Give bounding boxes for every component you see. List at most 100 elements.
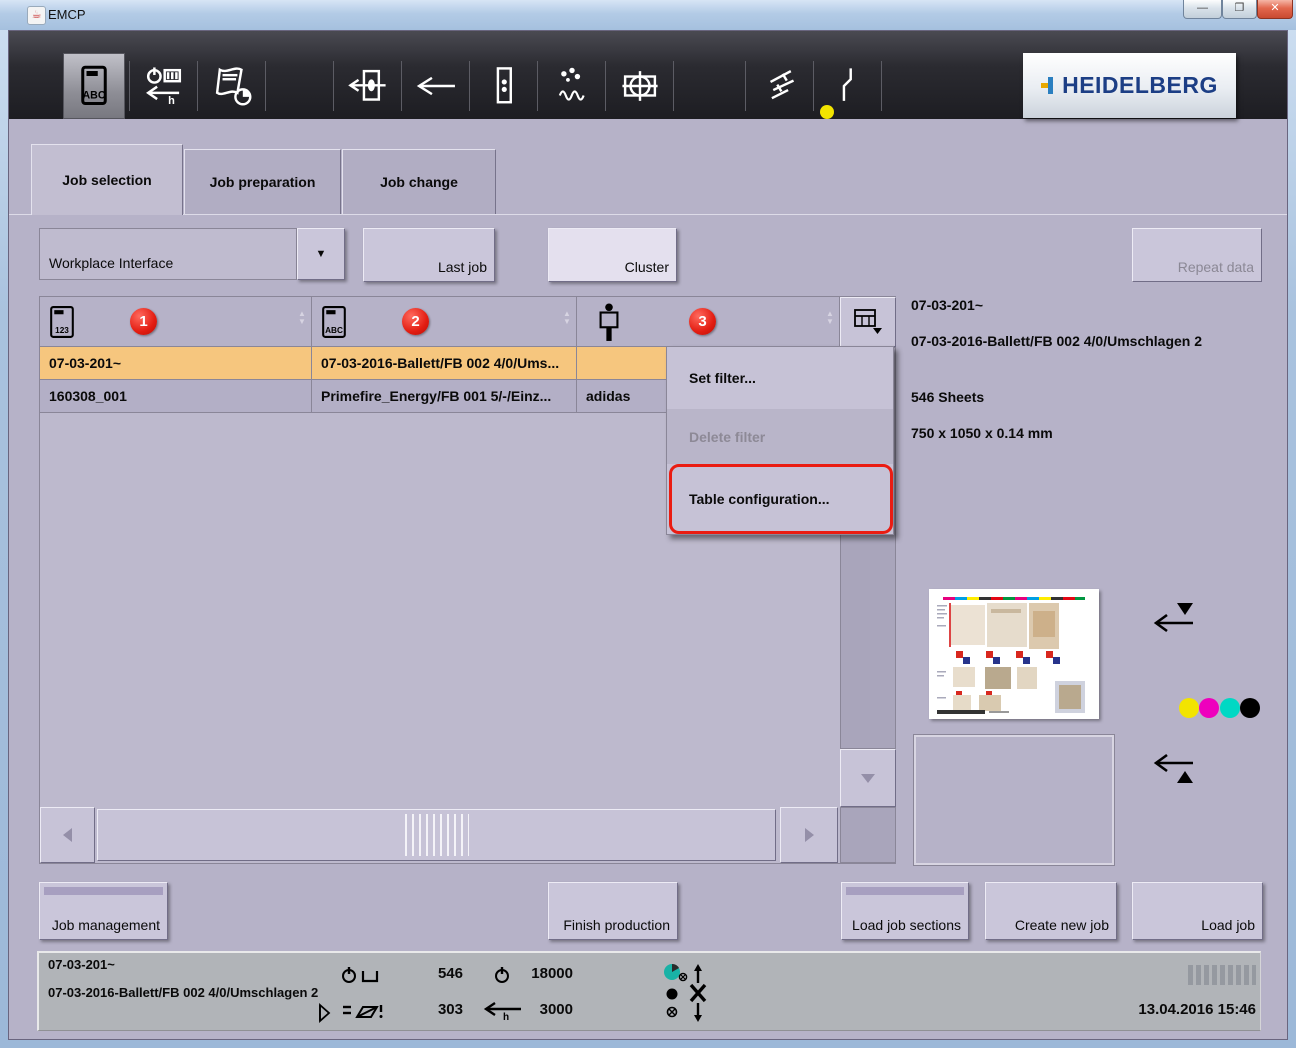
tab-job-preparation[interactable]: Job preparation <box>184 149 341 214</box>
arrow-down-icon <box>861 774 875 783</box>
horizontal-scrollbar-thumb[interactable] <box>97 809 776 861</box>
status-bar: 07-03-201~ 07-03-2016-Ballett/FB 002 4/0… <box>37 951 1261 1031</box>
machine-state-icon <box>661 961 713 1023</box>
svg-text:123: 123 <box>55 326 69 335</box>
toolbar-arrow-left-button[interactable] <box>403 53 469 119</box>
toolbar-ink-unit-button[interactable] <box>471 53 537 119</box>
sort-arrows-icon[interactable]: ▲▼ <box>562 310 572 326</box>
column-header-customer[interactable]: 3 ▲▼ <box>577 297 840 347</box>
repeat-data-button[interactable]: Repeat data <box>1132 228 1262 282</box>
column-badge-3: 3 <box>689 308 716 335</box>
counter-preset-icon: h <box>142 64 186 108</box>
arrow-left-icon <box>63 828 72 842</box>
job-name-column-icon: ABC <box>321 305 348 340</box>
emcp-window: { "window": { "title": "EMCP" }, "toolba… <box>0 0 1296 1048</box>
svg-text:h: h <box>168 95 175 107</box>
cell-job-number: 07-03-201~ <box>40 347 312 379</box>
java-app-icon: ☕ <box>27 6 46 25</box>
impression-icon <box>825 63 871 109</box>
column-badge-2: 2 <box>402 308 429 335</box>
heidelberg-logo: HEIDELBERG <box>1023 53 1236 118</box>
job-list-icon: ABC <box>74 64 114 108</box>
register-icon <box>617 63 663 109</box>
cluster-button[interactable]: Cluster <box>548 228 677 282</box>
scroll-right-button[interactable] <box>780 807 838 863</box>
maximize-button[interactable]: ❐ <box>1222 0 1257 19</box>
job-info-name: 07-03-2016-Ballett/FB 002 4/0/Umschlagen… <box>911 333 1202 349</box>
tab-job-selection[interactable]: Job selection <box>31 144 183 215</box>
back-side-preview[interactable] <box>913 734 1115 866</box>
job-info-format: 750 x 1050 x 0.14 mm <box>911 425 1053 441</box>
job-end-time-icon <box>209 63 255 109</box>
tab-divider <box>9 214 1287 215</box>
active-indicator-bar <box>846 887 964 895</box>
status-datetime: 13.04.2016 15:46 <box>1039 1001 1256 1018</box>
arrow-right-icon <box>805 828 814 842</box>
minimize-button[interactable]: — <box>1183 0 1222 19</box>
status-speed-value: 3000 <box>499 1001 573 1018</box>
finish-production-button[interactable]: Finish production <box>548 882 678 940</box>
customer-column-icon <box>595 302 623 342</box>
ink-magenta <box>1199 698 1219 718</box>
svg-text:ABC: ABC <box>83 90 106 102</box>
close-button[interactable]: ✕ <box>1257 0 1293 19</box>
front-side-icon <box>1149 597 1197 635</box>
job-management-button[interactable]: Job management <box>39 882 168 940</box>
scroll-left-button[interactable] <box>40 807 95 863</box>
toolbar-register-button[interactable] <box>607 53 673 119</box>
heidelberg-logo-text: HEIDELBERG <box>1062 72 1218 99</box>
toolbar-washup-button[interactable] <box>747 53 813 119</box>
window-title: EMCP <box>48 7 86 22</box>
washup-icon <box>757 63 803 109</box>
job-info-sheets: 546 Sheets <box>911 389 984 405</box>
last-job-button[interactable]: Last job <box>363 228 495 282</box>
chevron-down-icon: ▼ <box>316 248 327 260</box>
job-info-number: 07-03-201~ <box>911 297 983 313</box>
ink-yellow <box>1179 698 1199 718</box>
toolbar-powder-spray-button[interactable] <box>539 53 605 119</box>
window-titlebar[interactable]: ☕ EMCP <box>0 0 1296 30</box>
heidelberg-logo-mark <box>1041 77 1058 94</box>
cell-job-name: 07-03-2016-Ballett/FB 002 4/0/Ums... <box>312 347 577 379</box>
table-configuration-button[interactable] <box>840 297 896 347</box>
tab-job-change[interactable]: Job change <box>342 149 496 214</box>
toolbar-plate-feed-button[interactable] <box>335 53 401 119</box>
scroll-down-button[interactable] <box>840 749 896 807</box>
toolbar-counter-preset-button[interactable]: h <box>131 53 197 119</box>
production-step-icon <box>317 1003 333 1023</box>
column-header-job-name[interactable]: ABC 2 ▲▼ <box>312 297 577 347</box>
load-job-sections-button[interactable]: Load job sections <box>841 882 969 940</box>
main-toolbar: ABC h <box>9 31 1287 119</box>
job-number-column-icon: 123 <box>49 305 76 340</box>
column-badge-1: 1 <box>130 308 157 335</box>
sort-arrows-icon[interactable]: ▲▼ <box>825 310 835 326</box>
sort-arrows-icon[interactable]: ▲▼ <box>297 310 307 326</box>
workplace-select-value: Workplace Interface <box>49 255 173 271</box>
status-job-number: 07-03-201~ <box>48 957 115 972</box>
cell-job-name: Primefire_Energy/FB 001 5/-/Einz... <box>312 380 577 412</box>
menu-item-set-filter[interactable]: Set filter... <box>667 347 893 409</box>
toolbar-job-list-button[interactable]: ABC <box>63 53 125 119</box>
status-job-name: 07-03-2016-Ballett/FB 002 4/0/Umschlagen… <box>48 985 318 1000</box>
status-speed-setpoint: 18000 <box>499 965 573 982</box>
workplace-select[interactable]: Workplace Interface <box>39 228 297 280</box>
annotation-highlight-box <box>669 464 893 534</box>
plate-feed-icon <box>345 63 391 109</box>
create-new-job-button[interactable]: Create new job <box>985 882 1117 940</box>
ink-black <box>1240 698 1260 718</box>
table-config-icon <box>853 308 883 336</box>
status-dot-yellow <box>820 105 834 119</box>
sheet-layout-image <box>929 589 1099 719</box>
front-side-preview[interactable] <box>929 589 1099 719</box>
workplace-select-dropdown-button[interactable]: ▼ <box>297 228 345 280</box>
load-job-button[interactable]: Load job <box>1132 882 1263 940</box>
active-indicator-bar <box>44 887 163 895</box>
scrollbar-grip <box>405 814 469 856</box>
menu-item-delete-filter[interactable]: Delete filter <box>667 409 893 464</box>
ink-cyan <box>1220 698 1240 718</box>
column-header-job-number[interactable]: 123 1 ▲▼ <box>40 297 312 347</box>
svg-text:ABC: ABC <box>325 326 343 335</box>
sheet-counter-icon <box>341 963 381 987</box>
toolbar-job-end-time-button[interactable] <box>199 53 265 119</box>
signal-bars-icon <box>1188 965 1256 985</box>
